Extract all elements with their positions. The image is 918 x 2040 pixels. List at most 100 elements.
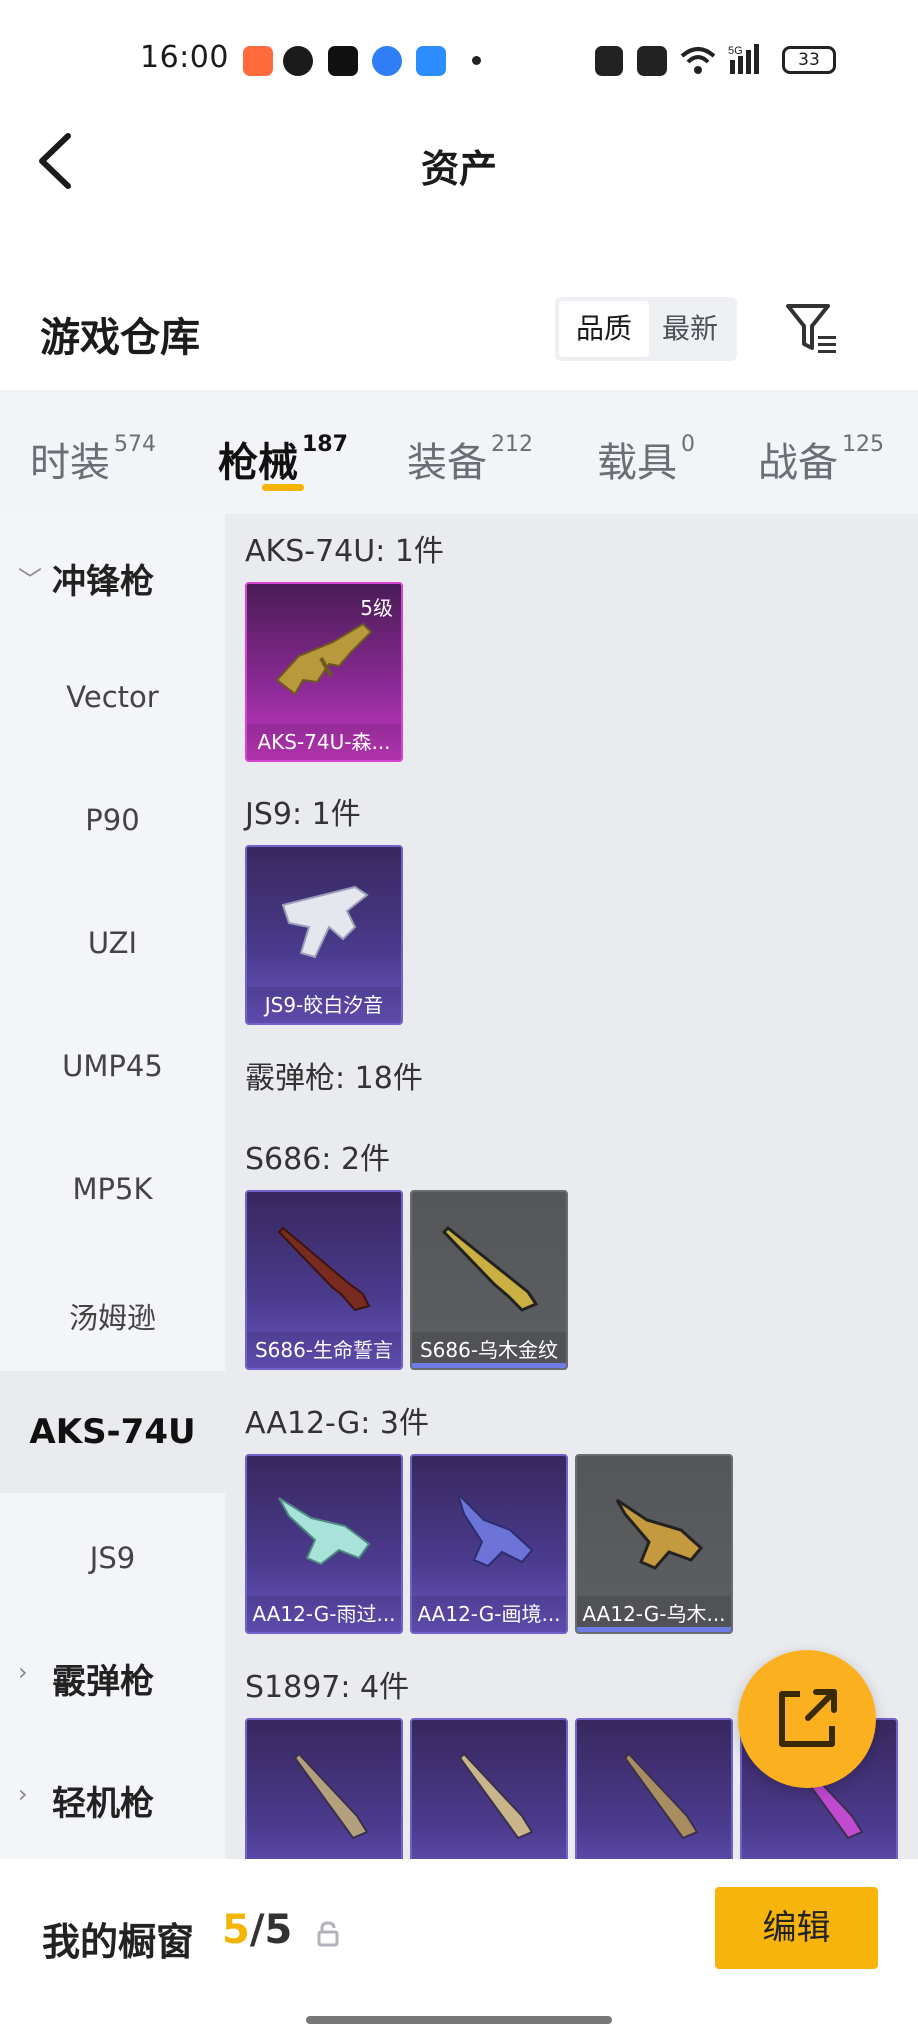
home-indicator[interactable] bbox=[306, 2016, 612, 2024]
message-app-icon bbox=[372, 46, 402, 76]
chevron-right-icon: › bbox=[18, 1780, 28, 1808]
sidebar-group-lmg[interactable]: › 轻机枪 bbox=[0, 1776, 225, 1836]
tab-equipment[interactable]: 装备 212 bbox=[407, 430, 533, 488]
chevron-down-icon: ﹀ bbox=[18, 566, 42, 594]
group-header-js9: JS9: 1件 bbox=[245, 797, 361, 832]
sidebar-item-uzi[interactable]: UZI bbox=[0, 926, 225, 960]
group-header-aa12g: AA12-G: 3件 bbox=[245, 1406, 429, 1441]
share-fab[interactable] bbox=[738, 1650, 876, 1788]
battery-icon: 33 bbox=[782, 46, 836, 74]
tab-count: 125 bbox=[842, 432, 884, 457]
item-card[interactable]: AA12-G-雨过... bbox=[245, 1454, 403, 1634]
sort-option-quality[interactable]: 品质 bbox=[559, 301, 649, 357]
filter-icon[interactable] bbox=[784, 300, 842, 358]
group-header-shotgun: 霰弹枪: 18件 bbox=[245, 1061, 423, 1096]
showcase-separator: / bbox=[249, 1907, 265, 1953]
item-card[interactable]: S686-乌木金纹 bbox=[410, 1190, 568, 1370]
item-name: S686-生命誓言 bbox=[247, 1332, 401, 1368]
tab-label: 枪械 bbox=[218, 440, 298, 486]
lock-icon bbox=[317, 1921, 339, 1947]
sidebar-group-label: 霰弹枪 bbox=[52, 1662, 154, 1702]
sidebar-group-smg[interactable]: ﹀ 冲锋枪 bbox=[0, 554, 225, 614]
sidebar-item-mp5k[interactable]: MP5K bbox=[0, 1172, 225, 1206]
item-name: AA12-G-画境... bbox=[412, 1596, 566, 1632]
tab-firearms[interactable]: 枪械 187 bbox=[218, 430, 348, 488]
active-tab-indicator bbox=[262, 484, 304, 491]
hd-icon bbox=[637, 46, 667, 76]
rarity-bar bbox=[412, 1363, 566, 1368]
rarity-bar bbox=[577, 1627, 731, 1632]
sidebar-group-shotgun[interactable]: › 霰弹枪 bbox=[0, 1654, 225, 1714]
game-app-icon bbox=[243, 46, 273, 76]
sidebar-item-vector[interactable]: Vector bbox=[0, 680, 225, 714]
bottom-bar: 我的橱窗 5/5 编辑 bbox=[0, 1859, 918, 2040]
sidebar-item-thompson[interactable]: 汤姆逊 bbox=[0, 1295, 225, 1337]
showcase-current: 5 bbox=[222, 1907, 250, 1953]
group-header-s1897: S1897: 4件 bbox=[245, 1670, 410, 1705]
sort-toggle: 品质 最新 bbox=[555, 297, 737, 361]
tab-count: 187 bbox=[302, 432, 348, 457]
item-card[interactable] bbox=[575, 1718, 733, 1859]
tab-count: 0 bbox=[681, 432, 695, 457]
status-time: 16:00 bbox=[140, 40, 229, 75]
calendar-app-icon bbox=[416, 46, 446, 76]
smg-icon bbox=[281, 885, 369, 959]
shotgun-icon bbox=[293, 1752, 369, 1840]
shotgun-icon bbox=[615, 1498, 704, 1570]
nfc-icon bbox=[595, 46, 623, 76]
sidebar-item-js9[interactable]: JS9 bbox=[0, 1541, 225, 1575]
sidebar-group-label: 轻机枪 bbox=[52, 1784, 154, 1824]
tab-label: 载具 bbox=[597, 440, 677, 486]
sort-option-newest[interactable]: 最新 bbox=[645, 301, 735, 357]
sidebar-group-label: 冲锋枪 bbox=[52, 562, 154, 602]
signal-icon: 5G bbox=[728, 44, 759, 74]
showcase-total: 5 bbox=[264, 1907, 293, 1953]
shotgun-icon bbox=[457, 1493, 534, 1568]
sidebar-item-p90[interactable]: P90 bbox=[0, 803, 225, 837]
item-name: AA12-G-雨过... bbox=[247, 1596, 401, 1632]
tab-label: 装备 bbox=[407, 440, 487, 486]
svg-text:5G: 5G bbox=[728, 45, 743, 57]
tab-fashion[interactable]: 时装 574 bbox=[30, 430, 156, 488]
item-card[interactable]: JS9-皎白汐音 bbox=[245, 845, 403, 1025]
tiktok-icon bbox=[328, 46, 358, 76]
shotgun-icon bbox=[458, 1752, 534, 1840]
tab-supplies[interactable]: 战备 125 bbox=[758, 430, 884, 488]
battery-level: 33 bbox=[798, 50, 820, 70]
tab-count: 212 bbox=[491, 432, 533, 457]
item-name: AKS-74U-森... bbox=[247, 724, 401, 760]
item-card[interactable]: AA12-G-乌木... bbox=[575, 1454, 733, 1634]
chevron-right-icon: › bbox=[18, 1658, 28, 1686]
item-card[interactable] bbox=[410, 1718, 568, 1859]
tab-count: 574 bbox=[114, 432, 156, 457]
wifi-icon bbox=[680, 47, 716, 74]
item-name: JS9-皎白汐音 bbox=[247, 987, 401, 1023]
group-header-aks74u: AKS-74U: 1件 bbox=[245, 534, 444, 569]
item-card[interactable] bbox=[245, 1718, 403, 1859]
shotgun-icon bbox=[277, 1226, 371, 1312]
item-card[interactable]: S686-生命誓言 bbox=[245, 1190, 403, 1370]
shotgun-icon bbox=[623, 1752, 699, 1840]
showcase-count: 5/5 bbox=[222, 1907, 292, 1953]
tab-vehicles[interactable]: 载具 0 bbox=[597, 430, 695, 488]
smg-icon bbox=[275, 622, 373, 696]
item-card[interactable]: 5级 AKS-74U-森... bbox=[245, 582, 403, 762]
item-card[interactable]: AA12-G-画境... bbox=[410, 1454, 568, 1634]
warehouse-title: 游戏仓库 bbox=[40, 315, 200, 361]
shotgun-icon bbox=[278, 1497, 371, 1566]
sidebar-item-ump45[interactable]: UMP45 bbox=[0, 1049, 225, 1083]
sidebar: ﹀ 冲锋枪 Vector P90 UZI UMP45 MP5K 汤姆逊 AKS-… bbox=[0, 514, 225, 1859]
tab-label: 时装 bbox=[30, 440, 110, 486]
status-bar: 16:00 5G 33 bbox=[0, 0, 918, 120]
group-header-s686: S686: 2件 bbox=[245, 1142, 391, 1177]
shotgun-icon bbox=[441, 1225, 539, 1312]
sidebar-item-aks74u[interactable]: AKS-74U bbox=[0, 1371, 225, 1493]
tab-label: 战备 bbox=[758, 440, 838, 486]
category-tabs: 时装 574 枪械 187 装备 212 载具 0 战备 125 bbox=[0, 390, 918, 514]
external-link-icon bbox=[779, 1689, 837, 1747]
showcase-label: 我的橱窗 bbox=[42, 1920, 195, 1964]
notification-dot-icon bbox=[472, 56, 481, 65]
wechat-icon bbox=[283, 46, 313, 76]
page-title: 资产 bbox=[420, 147, 497, 191]
edit-button[interactable]: 编辑 bbox=[715, 1887, 878, 1969]
